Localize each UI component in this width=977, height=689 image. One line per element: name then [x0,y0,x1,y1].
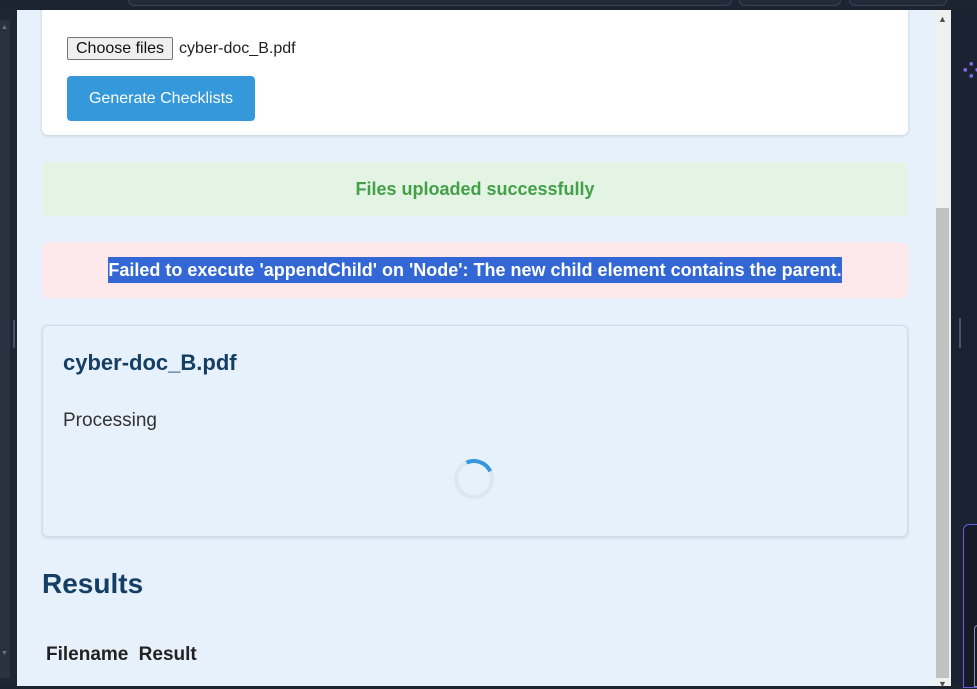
error-alert: Failed to execute 'appendChild' on 'Node… [42,242,908,298]
right-side-panel: ⁘ ⋮ [951,10,977,688]
column-header-filename: Filename [46,644,129,665]
results-table-header: Filename Result [46,644,197,666]
choose-files-button[interactable]: Choose files [67,37,174,60]
document-status: Processing [63,410,157,431]
results-heading: Results [42,568,144,599]
scroll-up-arrow-icon[interactable]: ▲ [934,14,951,24]
document-title: cyber-doc_B.pdf [63,350,237,375]
left-side-panel: ▲ ▼ [0,10,17,686]
toolbar-button-edge[interactable] [739,0,841,6]
address-bar-edge[interactable] [128,0,732,6]
error-message: Failed to execute 'appendChild' on 'Node… [108,257,842,283]
panel-resize-handle[interactable] [959,318,961,348]
column-header-result: Result [138,644,197,665]
top-toolbar-strip [0,0,977,10]
scroll-down-arrow-icon[interactable]: ▼ [934,679,951,689]
generate-checklists-button[interactable]: Generate Checklists [67,76,255,121]
side-widget-panel[interactable]: ⋮ [963,524,977,688]
scroll-down-arrow-icon[interactable]: ▼ [1,650,8,657]
upload-card: Choose files cyber-doc_B.pdf Generate Ch… [42,10,908,135]
selected-file-name: cyber-doc_B.pdf [179,39,296,57]
page-viewport: Choose files cyber-doc_B.pdf Generate Ch… [17,10,934,686]
loading-spinner-icon [448,453,500,505]
toolbar-button-edge[interactable] [849,0,947,6]
document-status-card: cyber-doc_B.pdf Processing [42,325,908,537]
left-scrollbar[interactable] [0,20,10,678]
page-scrollbar[interactable]: ▲ ▼ [934,10,951,689]
extension-logo-icon[interactable]: ⁘ [962,60,977,82]
success-message: Files uploaded successfully [355,178,595,199]
scrollbar-thumb[interactable] [936,208,949,678]
file-input-row: Choose files cyber-doc_B.pdf [67,37,296,60]
success-alert: Files uploaded successfully [42,162,908,216]
widget-dots-icon: ⋮ [971,543,977,563]
scroll-up-arrow-icon[interactable]: ▲ [1,24,8,31]
panel-resize-handle[interactable] [13,320,15,348]
